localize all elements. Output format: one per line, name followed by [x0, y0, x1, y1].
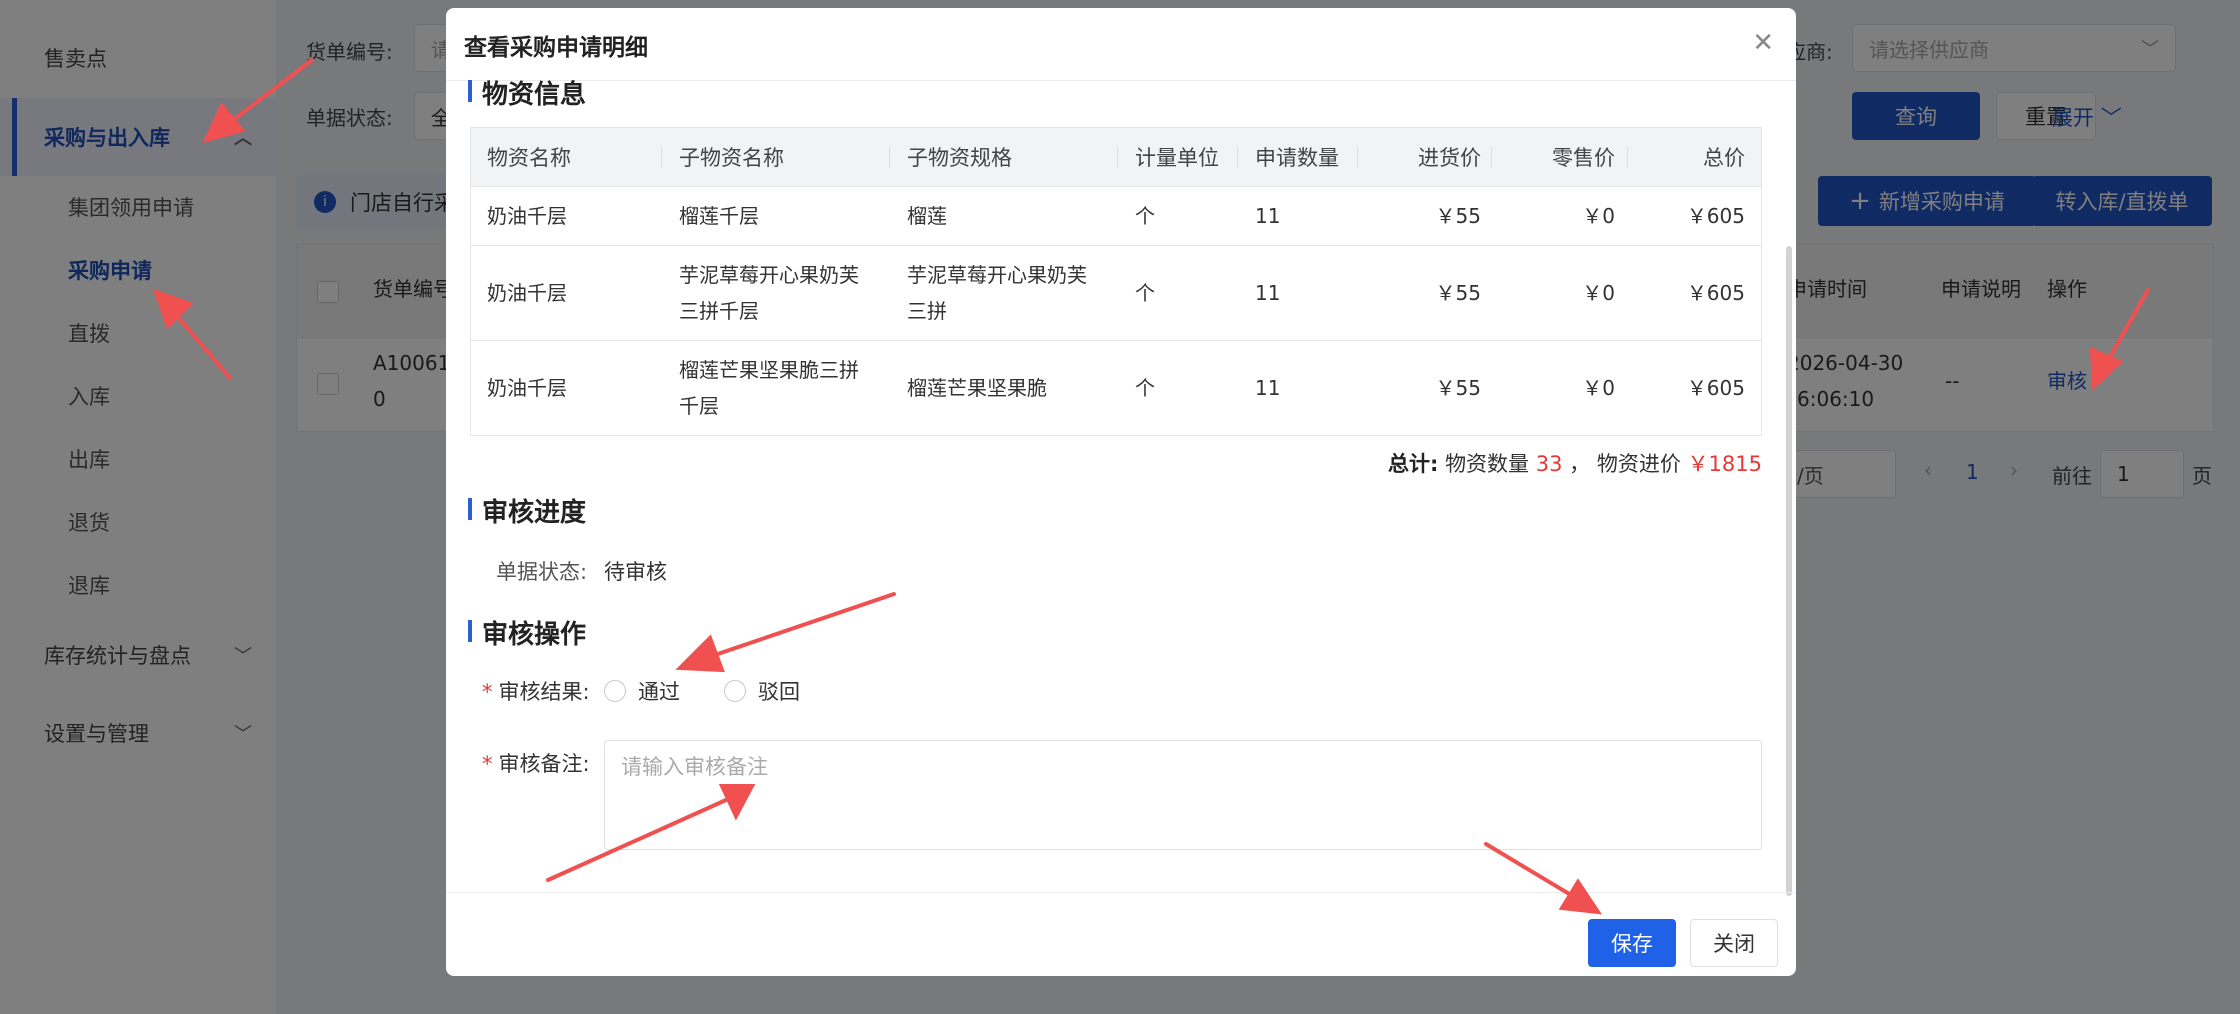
- result-label-text: 审核结果:: [498, 680, 590, 704]
- cell-retail-price: ￥0: [1582, 376, 1615, 400]
- table-row: 奶油千层 榴莲千层 榴莲 个 11 ￥55 ￥0 ￥605: [471, 187, 1761, 246]
- close-button[interactable]: 关闭: [1690, 919, 1778, 967]
- cell-sub-name: 榴莲芒果坚果脆三拼: [679, 358, 859, 382]
- remark-label-text: 审核备注:: [498, 752, 590, 776]
- cell-spec-line2: 三拼: [907, 299, 947, 323]
- total-price-label: 物资进价: [1596, 452, 1681, 476]
- table-row: 奶油千层 榴莲芒果坚果脆三拼 千层 榴莲芒果坚果脆 个 11 ￥55 ￥0 ￥6…: [471, 341, 1761, 435]
- total-price-value: ￥1815: [1687, 452, 1762, 476]
- th-retail-price: 零售价: [1552, 146, 1615, 170]
- cell-total: ￥605: [1686, 204, 1745, 228]
- cell-retail-price: ￥0: [1582, 281, 1615, 305]
- cell-unit: 个: [1135, 281, 1155, 305]
- column-divider: [1237, 146, 1238, 168]
- cell-unit: 个: [1135, 376, 1155, 400]
- table-row: 奶油千层 芋泥草莓开心果奶芙 三拼千层 芋泥草莓开心果奶芙 三拼 个 11 ￥5…: [471, 246, 1761, 341]
- th-purchase-price: 进货价: [1418, 146, 1481, 170]
- radio-reject[interactable]: [724, 680, 746, 702]
- cell-total: ￥605: [1686, 376, 1745, 400]
- th-spec: 子物资规格: [907, 146, 1012, 170]
- cell-sub-name: 芋泥草莓开心果奶芙: [679, 263, 859, 287]
- column-divider: [1627, 146, 1628, 168]
- total-separator: ，: [1569, 452, 1591, 476]
- cell-name: 奶油千层: [487, 204, 567, 228]
- cell-spec: 芋泥草莓开心果奶芙: [907, 263, 1087, 287]
- section-title-materials: 物资信息: [468, 74, 586, 111]
- column-divider: [661, 146, 662, 168]
- cell-sub-name: 榴莲千层: [679, 204, 759, 228]
- th-total: 总价: [1703, 146, 1745, 170]
- total-qty-value: 33: [1535, 452, 1563, 476]
- modal-scrollbar[interactable]: [1786, 246, 1792, 896]
- status-value: 待审核: [604, 560, 667, 584]
- modal-header: 查看采购申请明细 ✕: [446, 8, 1796, 81]
- total-qty-label: 物资数量: [1445, 452, 1530, 476]
- total-label: 总计:: [1387, 452, 1439, 476]
- required-mark: *: [482, 680, 493, 704]
- cell-purchase-price: ￥55: [1435, 281, 1481, 305]
- column-divider: [889, 146, 890, 168]
- totals-summary: 总计: 物资数量 33 ， 物资进价 ￥1815: [1388, 448, 1762, 478]
- cell-name: 奶油千层: [487, 376, 567, 400]
- purchase-request-detail-modal: 查看采购申请明细 ✕ 物资信息 物资名称 子物资名称 子物资规格 计量单位 申请…: [446, 8, 1796, 976]
- cell-spec: 榴莲芒果坚果脆: [907, 376, 1047, 400]
- materials-table-header: 物资名称 子物资名称 子物资规格 计量单位 申请数量 进货价 零售价 总价: [471, 128, 1761, 187]
- th-unit: 计量单位: [1135, 146, 1219, 170]
- cell-purchase-price: ￥55: [1435, 204, 1481, 228]
- cell-sub-name-line2: 千层: [679, 394, 719, 418]
- cell-qty: 11: [1255, 204, 1281, 228]
- radio-reject-label[interactable]: 驳回: [758, 676, 800, 706]
- cell-sub-name-line2: 三拼千层: [679, 299, 759, 323]
- section-title-operation: 审核操作: [468, 614, 586, 651]
- remark-textarea[interactable]: 请输入审核备注: [604, 740, 1762, 850]
- save-button[interactable]: 保存: [1588, 919, 1676, 967]
- modal-title: 查看采购申请明细: [464, 35, 648, 61]
- section-title-progress: 审核进度: [468, 492, 586, 529]
- th-qty: 申请数量: [1255, 146, 1339, 170]
- cell-total: ￥605: [1686, 281, 1745, 305]
- cell-qty: 11: [1255, 376, 1281, 400]
- cell-unit: 个: [1135, 204, 1155, 228]
- materials-table: 物资名称 子物资名称 子物资规格 计量单位 申请数量 进货价 零售价 总价 奶油…: [470, 127, 1762, 436]
- column-divider: [1491, 146, 1492, 168]
- cell-spec: 榴莲: [907, 204, 947, 228]
- status-label: 单据状态:: [496, 560, 588, 584]
- cell-retail-price: ￥0: [1582, 204, 1615, 228]
- column-divider: [1357, 146, 1358, 168]
- th-sub-name: 子物资名称: [679, 146, 784, 170]
- close-icon[interactable]: ✕: [1752, 28, 1774, 58]
- modal-footer: 保存 关闭: [446, 892, 1796, 976]
- required-mark: *: [482, 752, 493, 776]
- th-name: 物资名称: [487, 146, 571, 170]
- column-divider: [1117, 146, 1118, 168]
- cell-qty: 11: [1255, 281, 1281, 305]
- radio-pass[interactable]: [604, 680, 626, 702]
- remark-label: * 审核备注:: [482, 748, 590, 778]
- cell-purchase-price: ￥55: [1435, 376, 1481, 400]
- radio-pass-label[interactable]: 通过: [638, 676, 680, 706]
- cell-name: 奶油千层: [487, 281, 567, 305]
- result-label: * 审核结果:: [482, 676, 590, 706]
